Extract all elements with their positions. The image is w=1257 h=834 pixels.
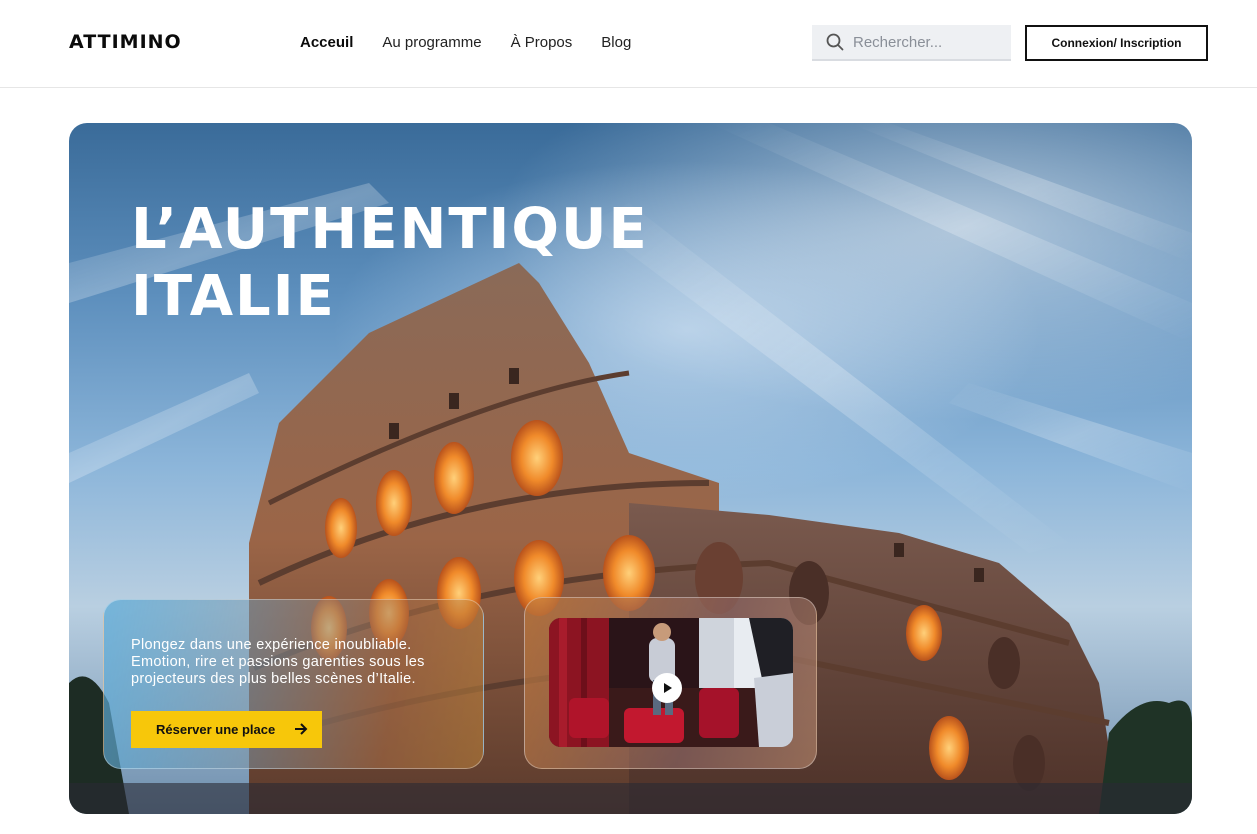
nav-item-a-propos[interactable]: À Propos bbox=[511, 34, 573, 51]
video-card bbox=[524, 597, 817, 769]
search-input[interactable] bbox=[853, 33, 1003, 51]
nav-item-au-programme[interactable]: Au programme bbox=[382, 34, 481, 51]
nav-item-blog[interactable]: Blog bbox=[601, 34, 631, 51]
intro-card: Plongez dans une expérience inoubliable.… bbox=[103, 599, 484, 769]
search-icon bbox=[826, 33, 844, 51]
hero-title-line-2: ITALIE bbox=[131, 264, 336, 329]
intro-text: Plongez dans une expérience inoubliable.… bbox=[131, 637, 425, 687]
video-thumbnail[interactable] bbox=[549, 618, 793, 747]
reserve-button-label: Réserver une place bbox=[156, 722, 276, 737]
site-logo[interactable]: ATTIMINO bbox=[69, 31, 182, 53]
nav-item-acceuil[interactable]: Acceuil bbox=[300, 34, 353, 51]
site-header: ATTIMINO Acceuil Au programme À Propos B… bbox=[0, 0, 1257, 88]
arrow-right-icon bbox=[295, 723, 308, 735]
main-nav: Acceuil Au programme À Propos Blog bbox=[300, 34, 631, 51]
hero-title: L’AUTHENTIQUE ITALIE bbox=[131, 196, 649, 330]
play-icon bbox=[664, 683, 672, 693]
search-bar[interactable] bbox=[812, 25, 1011, 61]
hero-banner: L’AUTHENTIQUE ITALIE Plongez dans une ex… bbox=[69, 123, 1192, 814]
play-button[interactable] bbox=[652, 673, 682, 703]
reserve-button[interactable]: Réserver une place bbox=[131, 711, 322, 748]
login-signup-button[interactable]: Connexion/ Inscription bbox=[1025, 25, 1208, 61]
hero-title-line-1: L’AUTHENTIQUE bbox=[131, 197, 649, 262]
